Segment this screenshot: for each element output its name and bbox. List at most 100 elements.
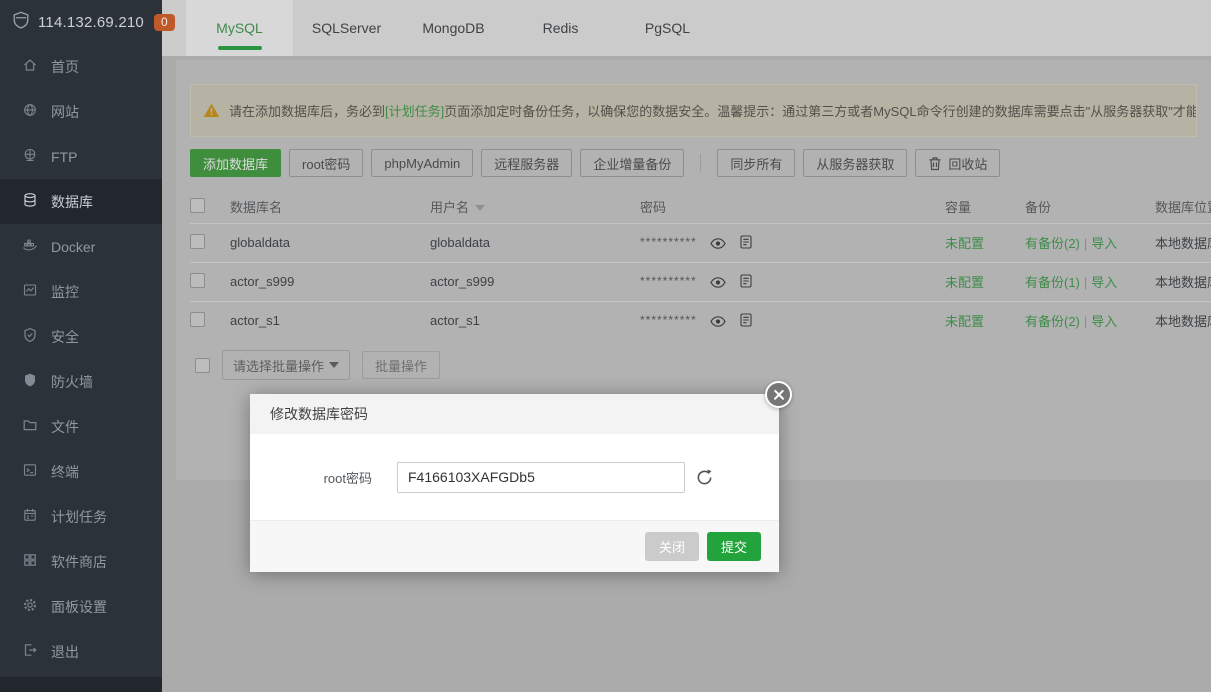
sidebar-item-label: 退出	[51, 642, 79, 662]
row-checkbox[interactable]	[190, 234, 205, 249]
add-database-button[interactable]: 添加数据库	[190, 149, 281, 177]
backup-separator: |	[1084, 236, 1087, 251]
batch-apply-button[interactable]: 批量操作	[362, 351, 440, 379]
sidebar-item-appstore[interactable]: 软件商店	[0, 539, 162, 584]
sidebar-item-docker[interactable]: Docker	[0, 224, 162, 269]
sidebar-item-label: Docker	[51, 239, 95, 255]
col-location: 数据库位置	[1155, 191, 1211, 223]
capacity-link[interactable]: 未配置	[945, 236, 984, 251]
dialog-footer: 关闭 提交	[250, 520, 779, 572]
root-password-label: root密码	[300, 468, 372, 487]
enterprise-backup-button[interactable]: 企业增量备份	[580, 149, 684, 177]
database-icon	[22, 192, 38, 211]
ftp-icon	[22, 147, 38, 166]
sidebar-item-terminal[interactable]: 终端	[0, 449, 162, 494]
sidebar-item-website[interactable]: 网站	[0, 89, 162, 134]
home-icon	[22, 57, 38, 76]
sidebar-item-database[interactable]: 数据库	[0, 179, 162, 224]
sidebar-nav: 首页 网站 FTP 数据库 Docker 监控 安全 防火墙	[0, 44, 162, 674]
sidebar-item-label: 终端	[51, 462, 79, 482]
col-username[interactable]: 用户名	[430, 191, 640, 223]
col-capacity: 容量	[945, 191, 1025, 223]
remote-server-button[interactable]: 远程服务器	[481, 149, 572, 177]
sync-all-button[interactable]: 同步所有	[717, 149, 795, 177]
docker-icon	[22, 237, 38, 256]
grid-icon	[22, 552, 38, 571]
sidebar-item-cron[interactable]: 计划任务	[0, 494, 162, 539]
tab-redis[interactable]: Redis	[507, 0, 614, 56]
root-password-input[interactable]	[397, 462, 685, 493]
firewall-shield-icon	[22, 372, 38, 391]
cron-page-link[interactable]: [计划任务]	[385, 104, 444, 119]
import-link[interactable]: 导入	[1091, 236, 1117, 251]
location-cell: 本地数据库	[1155, 262, 1211, 301]
change-password-dialog: 修改数据库密码 root密码 关闭 提交	[250, 394, 779, 572]
table-row: actor_s999 actor_s999 ********** 未配置 有备份…	[190, 262, 1211, 301]
monitor-icon	[22, 282, 38, 301]
sidebar-item-settings[interactable]: 面板设置	[0, 584, 162, 629]
notification-badge[interactable]: 0	[154, 14, 175, 31]
backup-link[interactable]: 有备份(1)	[1025, 275, 1080, 290]
show-password-eye-icon[interactable]	[710, 276, 726, 291]
row-checkbox[interactable]	[190, 312, 205, 327]
sidebar: 114.132.69.210 0 首页 网站 FTP 数据库 Docker 监控	[0, 0, 162, 692]
capacity-link[interactable]: 未配置	[945, 314, 984, 329]
dialog-submit-button[interactable]: 提交	[707, 532, 761, 561]
sidebar-item-label: 安全	[51, 327, 79, 347]
sidebar-item-home[interactable]: 首页	[0, 44, 162, 89]
fetch-from-server-button[interactable]: 从服务器获取	[803, 149, 907, 177]
show-password-eye-icon[interactable]	[710, 237, 726, 252]
copy-password-icon[interactable]	[740, 315, 752, 330]
copy-password-icon[interactable]	[740, 276, 752, 291]
phpmyadmin-button[interactable]: phpMyAdmin	[371, 149, 473, 177]
sidebar-bottom-strip	[0, 677, 162, 692]
password-cell: **********	[640, 262, 945, 301]
col-password: 密码	[640, 191, 945, 223]
batch-select-checkbox[interactable]	[195, 358, 210, 373]
sidebar-item-label: 网站	[51, 102, 79, 122]
close-icon[interactable]	[765, 381, 792, 408]
batch-actions-row: 请选择批量操作 批量操作	[190, 350, 1197, 380]
table-row: actor_s1 actor_s1 ********** 未配置 有备份(2)|…	[190, 301, 1211, 340]
tab-pgsql[interactable]: PgSQL	[614, 0, 721, 56]
import-link[interactable]: 导入	[1091, 314, 1117, 329]
toolbar-divider	[700, 154, 701, 172]
tab-mysql[interactable]: MySQL	[186, 0, 293, 56]
row-checkbox[interactable]	[190, 273, 205, 288]
security-shield-icon	[22, 327, 38, 346]
recycle-bin-button[interactable]: 回收站	[915, 149, 1000, 177]
backup-link[interactable]: 有备份(2)	[1025, 236, 1080, 251]
sidebar-item-label: 计划任务	[51, 507, 107, 527]
db-name-cell: actor_s1	[230, 301, 430, 340]
sidebar-item-logout[interactable]: 退出	[0, 629, 162, 674]
logout-icon	[22, 642, 38, 661]
copy-password-icon[interactable]	[740, 237, 752, 252]
tab-sqlserver[interactable]: SQLServer	[293, 0, 400, 56]
sidebar-item-monitor[interactable]: 监控	[0, 269, 162, 314]
location-cell: 本地数据库	[1155, 223, 1211, 262]
dialog-close-button[interactable]: 关闭	[645, 532, 699, 561]
recycle-bin-label: 回收站	[948, 154, 987, 173]
capacity-link[interactable]: 未配置	[945, 275, 984, 290]
tab-mongodb[interactable]: MongoDB	[400, 0, 507, 56]
sidebar-item-label: 首页	[51, 57, 79, 77]
col-database-name: 数据库名	[230, 191, 430, 223]
sidebar-item-security[interactable]: 安全	[0, 314, 162, 359]
root-password-button[interactable]: root密码	[289, 149, 363, 177]
batch-select-value: 请选择批量操作	[233, 356, 324, 375]
folder-icon	[22, 417, 38, 436]
gear-icon	[22, 597, 38, 616]
regenerate-password-icon[interactable]	[696, 469, 713, 486]
select-all-checkbox[interactable]	[190, 198, 205, 213]
batch-action-select[interactable]: 请选择批量操作	[222, 350, 350, 380]
sidebar-item-label: 文件	[51, 417, 79, 437]
trash-icon	[928, 156, 942, 171]
import-link[interactable]: 导入	[1091, 275, 1117, 290]
sidebar-item-ftp[interactable]: FTP	[0, 134, 162, 179]
sidebar-item-firewall[interactable]: 防火墙	[0, 359, 162, 404]
backup-link[interactable]: 有备份(2)	[1025, 314, 1080, 329]
sidebar-item-files[interactable]: 文件	[0, 404, 162, 449]
sidebar-item-label: 防火墙	[51, 372, 93, 392]
database-toolbar: 添加数据库 root密码 phpMyAdmin 远程服务器 企业增量备份 同步所…	[190, 149, 1197, 177]
show-password-eye-icon[interactable]	[710, 315, 726, 330]
